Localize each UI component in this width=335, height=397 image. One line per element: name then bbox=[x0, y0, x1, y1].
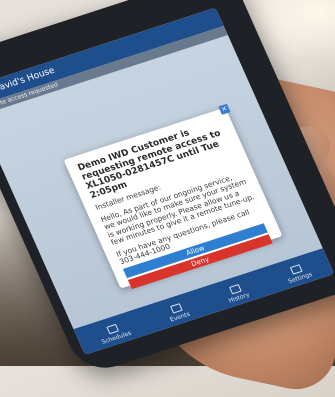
nav-label: Settings bbox=[287, 271, 314, 286]
nav-events[interactable]: Events bbox=[165, 302, 193, 327]
nav-history[interactable]: History bbox=[223, 282, 251, 307]
nav-label: Schedules bbox=[100, 329, 133, 346]
nav-settings[interactable]: Settings bbox=[283, 262, 315, 288]
nav-schedules[interactable]: Schedules bbox=[96, 321, 133, 349]
